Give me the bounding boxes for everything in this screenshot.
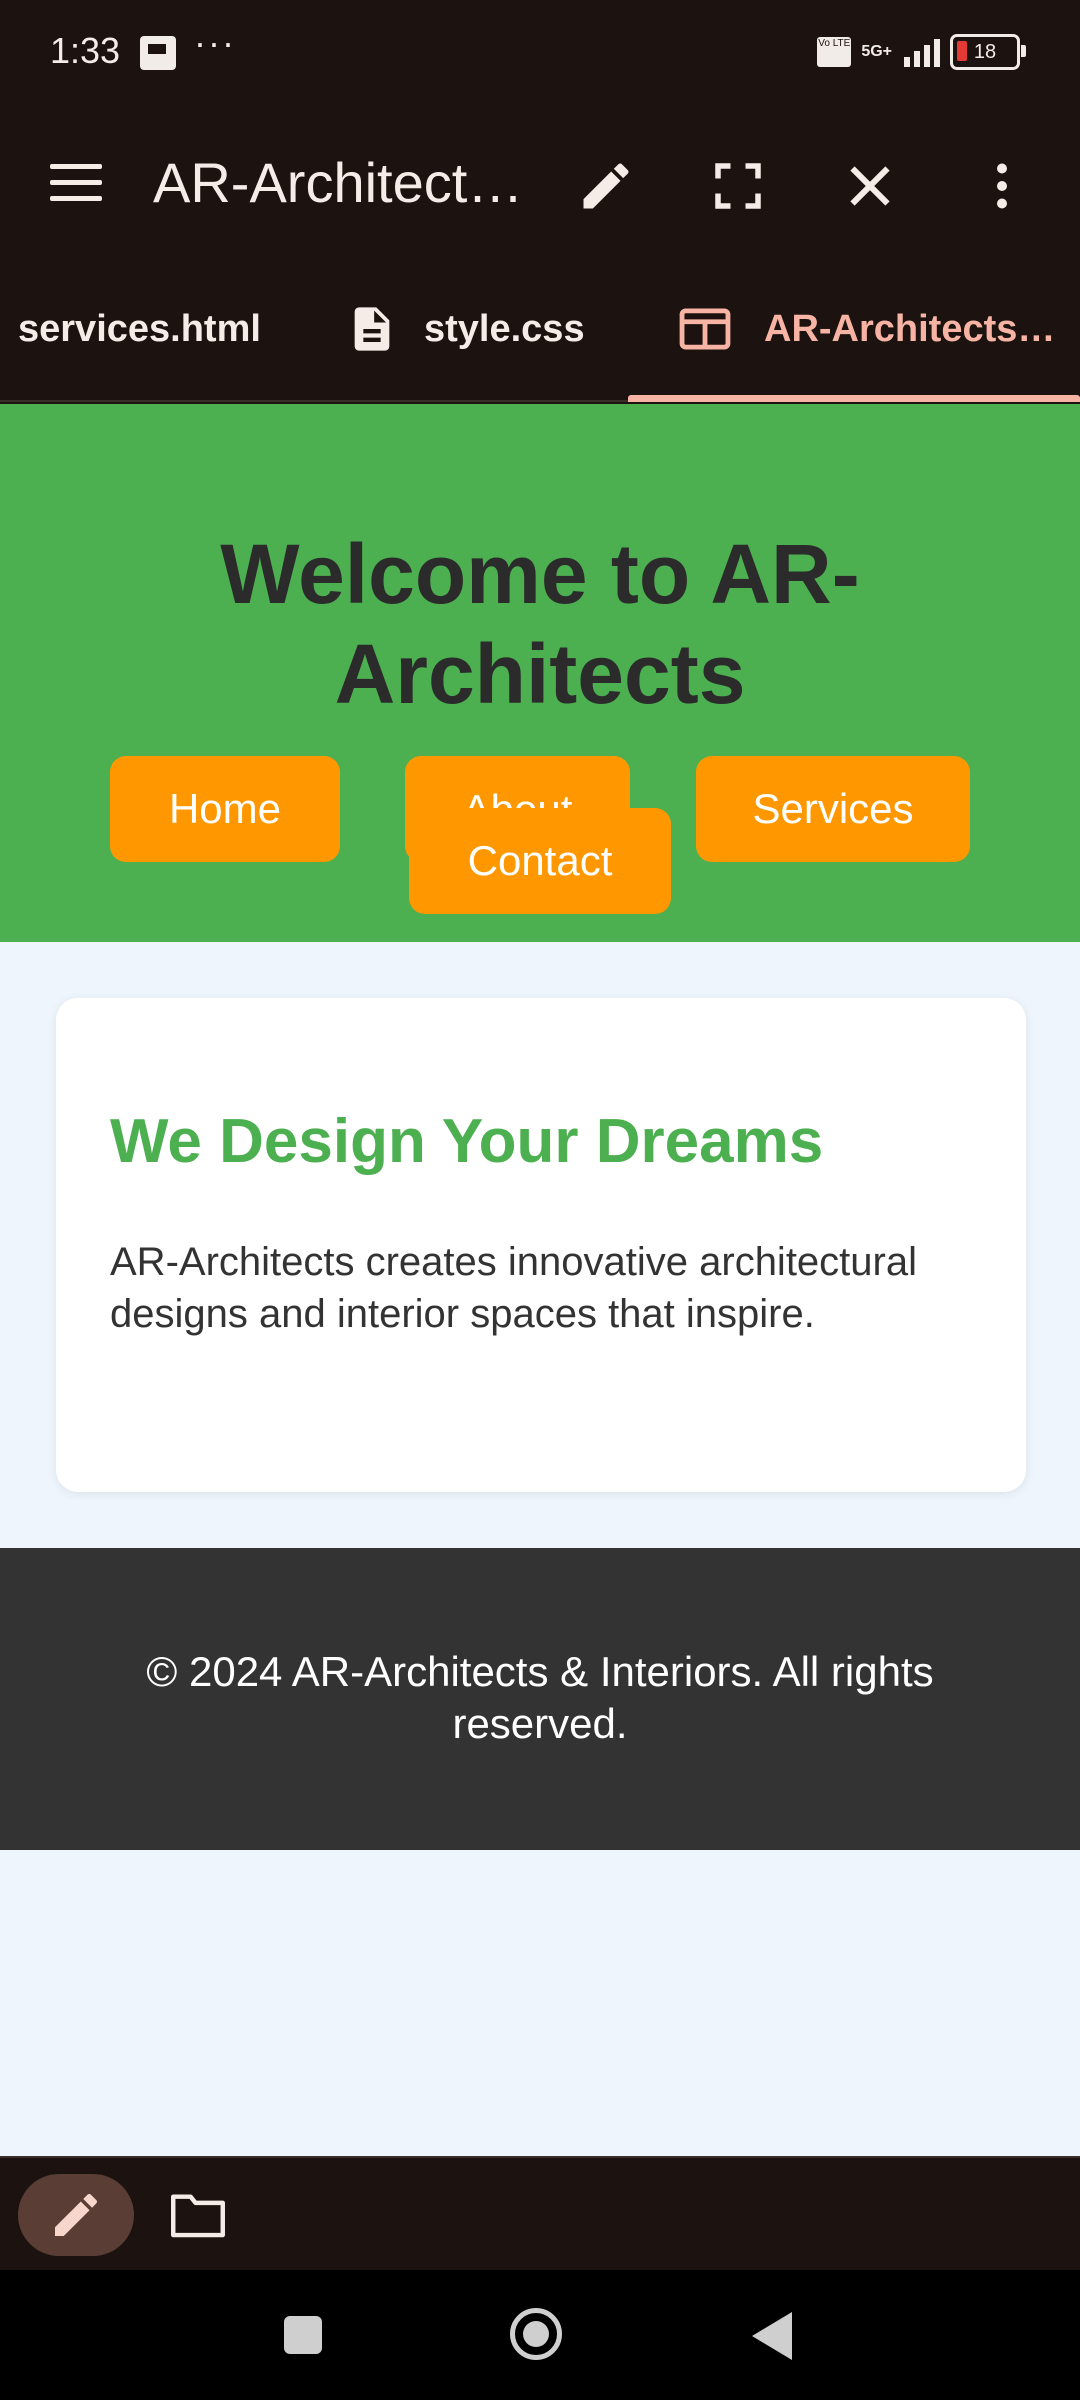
tab-label: style.css	[424, 307, 585, 350]
volte-badge: Vo LTE	[817, 37, 852, 67]
menu-icon[interactable]	[50, 164, 102, 202]
hero-title: Welcome to AR-Architects	[220, 527, 860, 721]
system-nav-bar	[0, 2270, 1080, 2400]
intro-card: We Design Your Dreams AR-Architects crea…	[56, 998, 1026, 1492]
tab-ar-architects-preview[interactable]: AR-Architects…	[676, 256, 1055, 402]
web-preview[interactable]: Welcome to AR-Architects Home About Serv…	[0, 404, 1080, 2156]
battery-level: 18	[973, 40, 997, 63]
more-notifications-icon: ···	[194, 22, 236, 63]
page-footer: © 2024 AR-Architects & Interiors. All ri…	[0, 1548, 1080, 1850]
nav-contact-button[interactable]: Contact	[409, 808, 671, 914]
pencil-icon	[55, 2193, 98, 2236]
nav-services-button[interactable]: Services	[696, 756, 970, 862]
footer-text: © 2024 AR-Architects & Interiors. All ri…	[146, 1648, 934, 1747]
hero-header: Welcome to AR-Architects Home About Serv…	[0, 404, 1080, 942]
active-tab-indicator	[628, 395, 1080, 402]
status-bar: 1:33 ··· Vo LTE 5G+ 18	[0, 0, 1080, 106]
network-type: 5G+	[861, 43, 892, 60]
back-button[interactable]	[752, 2312, 792, 2360]
tab-services-html[interactable]: services.html	[18, 256, 261, 402]
document-title: AR-Architect…	[153, 151, 524, 214]
more-vert-icon[interactable]	[972, 156, 1032, 216]
document-icon	[354, 307, 390, 351]
recents-button[interactable]	[284, 2316, 322, 2354]
status-time: 1:33	[50, 30, 121, 71]
signal-icon	[904, 37, 940, 67]
folder-icon[interactable]	[168, 2188, 228, 2240]
editor-tabs: services.html style.css AR-Architects…	[0, 256, 1080, 402]
bottom-app-bar	[0, 2156, 1080, 2272]
status-indicators: Vo LTE 5G+ 18	[817, 34, 1026, 70]
fullscreen-icon[interactable]	[708, 156, 768, 216]
web-preview-icon	[679, 308, 731, 350]
card-text: AR-Architects creates innovative archite…	[110, 1240, 917, 1336]
pencil-icon[interactable]	[576, 156, 636, 216]
tab-label: AR-Architects…	[764, 307, 1056, 350]
battery-icon: 18	[950, 34, 1026, 70]
edit-button[interactable]	[18, 2174, 134, 2256]
tab-style-css[interactable]: style.css	[346, 256, 585, 402]
card-title: We Design Your Dreams	[110, 1107, 824, 1176]
notification-icon	[140, 36, 176, 70]
tab-label: services.html	[18, 307, 261, 350]
app-toolbar: AR-Architect…	[0, 106, 1080, 256]
nav-home-button[interactable]: Home	[110, 756, 340, 862]
close-icon[interactable]	[840, 156, 900, 216]
home-button[interactable]	[510, 2308, 562, 2360]
